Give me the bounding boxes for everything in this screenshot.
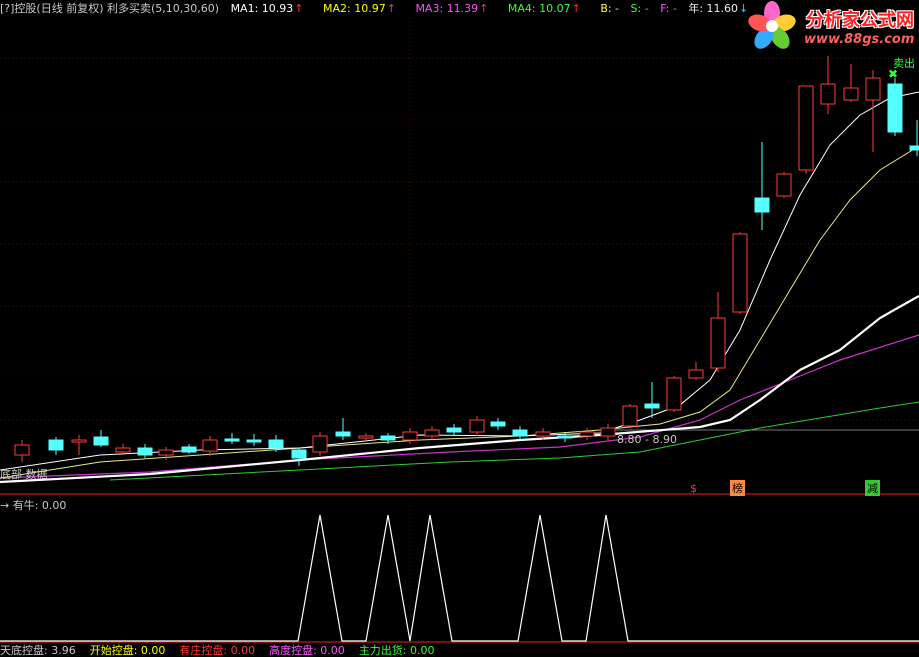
footer-item: 主力出货: 0.00 (358, 644, 435, 657)
footer-item: 开始控盘: 0.00 (89, 644, 166, 657)
indicator-line (0, 514, 919, 642)
footer-bar: 天底控盘: 3.96 开始控盘: 0.00 有庄控盘: 0.00 高度控盘: 0.00… (0, 645, 449, 657)
footer-item: 有庄控盘: 0.00 (179, 644, 256, 657)
indicator-chart (0, 514, 919, 642)
footer-item: 高度控盘: 0.00 (269, 644, 345, 657)
footer-item: 天底控盘: 3.96 (0, 644, 76, 657)
